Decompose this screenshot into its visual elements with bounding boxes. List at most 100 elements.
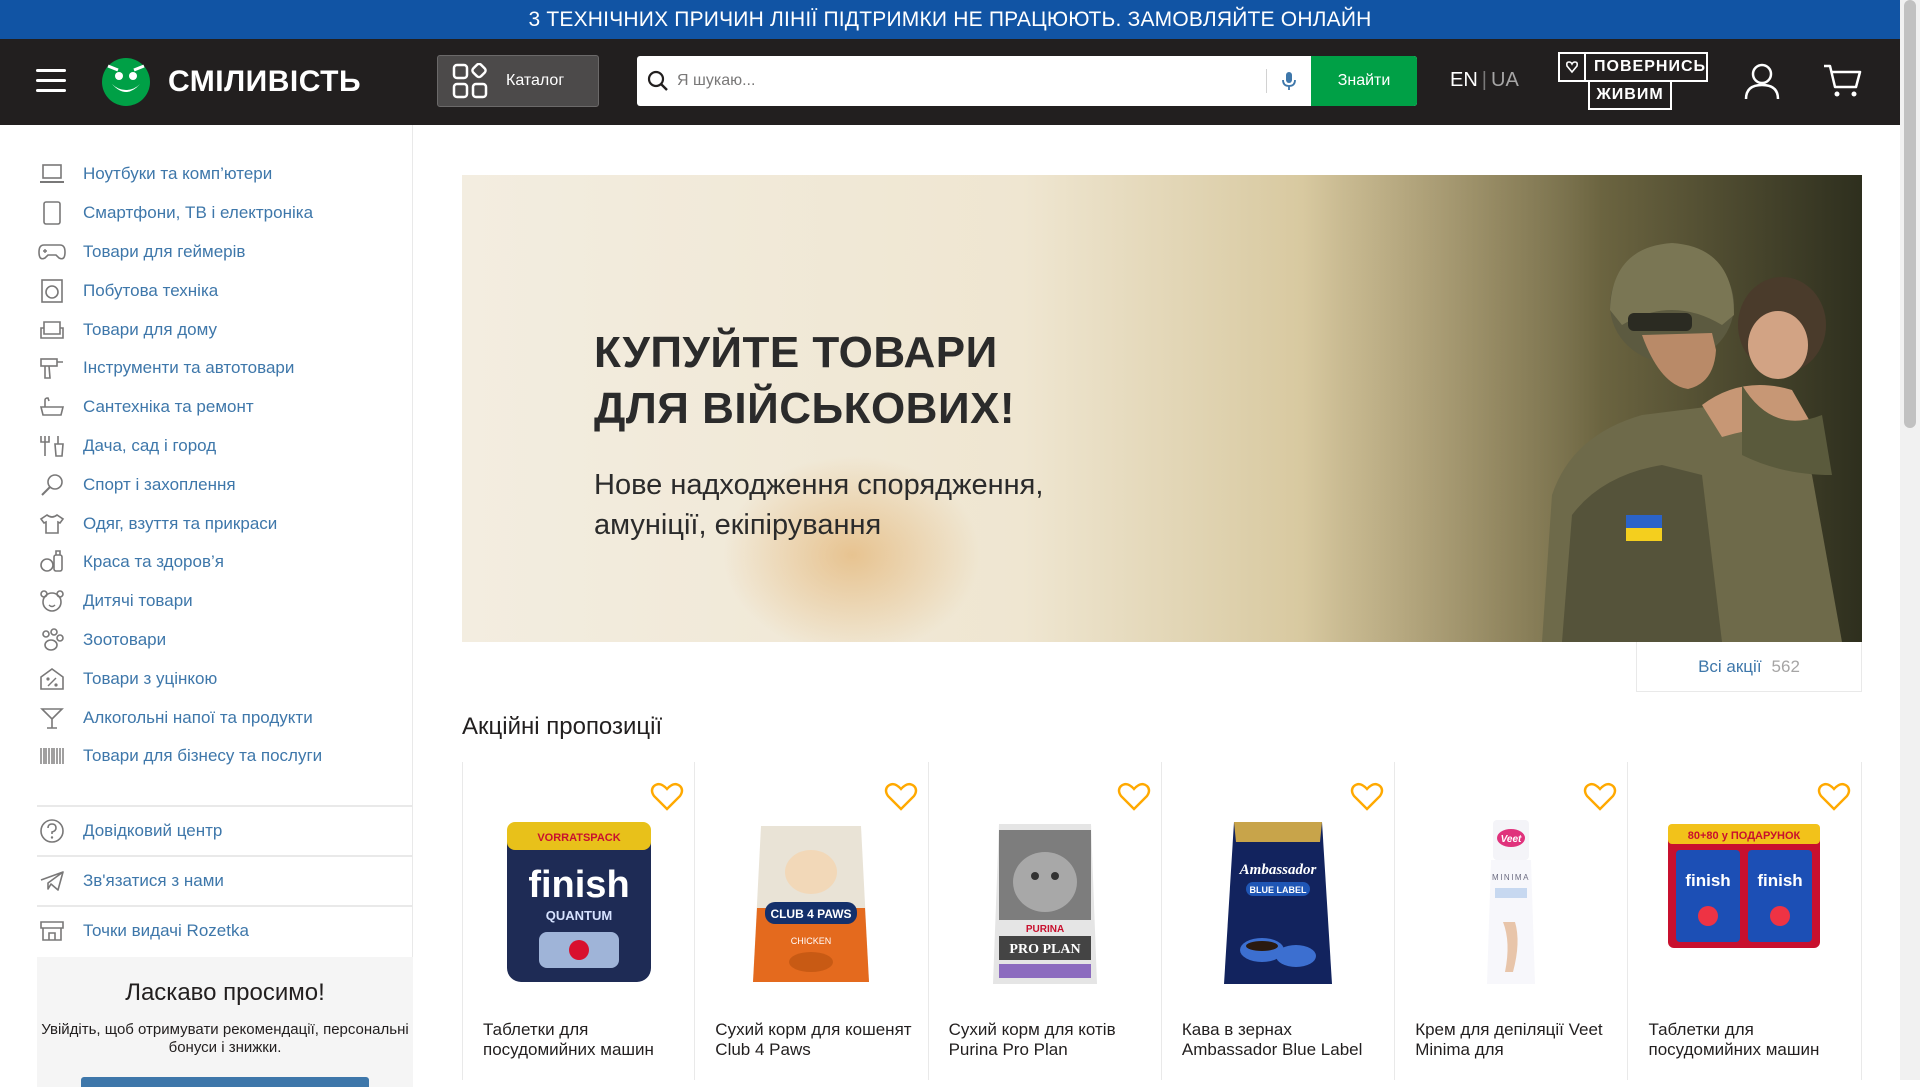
scrollbar-thumb[interactable] [1904,0,1916,428]
sidebar-item-pickup-points[interactable]: Точки видачі Rozetka [37,905,413,955]
product-grid: VORRATSPACK finish QUANTUM Таблетки для … [462,762,1862,1080]
povernys-zhyvym-badge[interactable]: ПОВЕРНИСЬ ЖИВИМ [1558,52,1708,112]
heart-icon[interactable] [1817,782,1851,812]
sidebar-item-label: Ноутбуки та комп’ютери [83,164,273,184]
sidebar-item-help-center[interactable]: Довідковий центр [37,805,413,855]
sidebar-item-label: Товари з уцінкою [83,668,218,688]
sidebar-item-plumbing[interactable]: Сантехніка та ремонт [37,388,322,427]
veet-minima-tube-image: Veet MINIMA [1487,820,1536,984]
search-submit-button[interactable]: Знайти [1311,56,1417,106]
sidebar-item-contact[interactable]: Зв'язатися з нами [37,855,413,905]
banner-headline: КУПУЙТЕ ТОВАРИ ДЛЯ ВІЙСЬКОВИХ! [594,325,1015,437]
welcome-title: Ласкаво просимо! [125,979,325,1006]
sidebar-item-smartphones[interactable]: Смартфони, ТВ і електроніка [37,194,322,233]
teddy-bear-icon [37,588,67,614]
sidebar-item-label: Спорт і захоплення [83,474,236,494]
shield-heart-icon [1560,54,1587,80]
sidebar-item-laptops[interactable]: Ноутбуки та комп’ютери [37,155,322,194]
heart-icon[interactable] [1583,782,1617,812]
product-card[interactable]: VORRATSPACK finish QUANTUM Таблетки для … [462,762,696,1080]
product-title[interactable]: Крем для депіляції Veet Minima для [1415,1020,1615,1060]
soldier-hugging-child-image [1342,175,1862,642]
svg-text:80+80 у ПОДАРУНОК: 80+80 у ПОДАРУНОК [1688,830,1801,842]
product-title[interactable]: Таблетки для посудомийних машин [1648,1020,1848,1060]
sidebar-item-home[interactable]: Товари для дому [37,310,322,349]
product-title[interactable]: Сухий корм для кошенят Club 4 Paws [715,1020,915,1060]
lang-en-link[interactable]: EN [1450,69,1478,91]
sidebar-item-sport[interactable]: Спорт і захоплення [37,465,322,504]
page-scrollbar[interactable] [1900,0,1920,1080]
menu-burger-icon[interactable] [36,69,66,93]
sidebar-item-beauty[interactable]: Краса та здоров’я [37,543,322,582]
sidebar-item-discount[interactable]: Товари з уцінкою [37,659,322,698]
svg-text:Ambassador: Ambassador [1239,862,1317,878]
heart-icon[interactable] [650,782,684,812]
product-title[interactable]: Сухий корм для котів Purina Pro Plan [949,1020,1149,1060]
language-switcher: EN | UA [1450,69,1519,92]
sidebar-item-pets[interactable]: Зоотовари [37,621,322,660]
sidebar-item-label: Дача, сад і город [83,435,217,455]
catalog-button[interactable]: Каталог [437,55,599,107]
sidebar-item-kids[interactable]: Дитячі товари [37,582,322,621]
login-button[interactable] [81,1077,369,1087]
sidebar-item-business[interactable]: Товари для бізнесу та послуги [37,737,322,776]
cocktail-icon [37,705,67,731]
promo-section-title: Акційні пропозиції [462,713,663,740]
beauty-icon [37,549,67,575]
banner-headline-line2: ДЛЯ ВІЙСЬКОВИХ! [594,384,1016,433]
promo-banner[interactable]: КУПУЙТЕ ТОВАРИ ДЛЯ ВІЙСЬКОВИХ! Нове надх… [462,175,1862,642]
badge-row-top: ПОВЕРНИСЬ [1558,52,1708,82]
banner-sub-line2: амуніції, екіпірування [594,509,882,541]
microphone-icon[interactable] [1267,71,1311,91]
product-card[interactable]: Veet MINIMA Крем для депіляції Veet Mini… [1395,762,1629,1080]
catalog-label: Каталог [506,72,565,89]
sidebar-item-clothes[interactable]: Одяг, взуття та прикраси [37,504,322,543]
sidebar-item-label: Алкогольні напої та продукти [83,707,313,727]
sidebar-item-appliances[interactable]: Побутова техніка [37,271,322,310]
product-card[interactable]: Ambassador BLUE LABEL Кава в зернах Amba… [1162,762,1396,1080]
svg-text:VORRATSPACK: VORRATSPACK [537,832,620,844]
cart-icon[interactable] [1822,63,1862,99]
category-list: Ноутбуки та комп’ютери Смартфони, ТВ і е… [37,155,322,776]
sidebar-item-tools[interactable]: Інструменти та автотовари [37,349,322,388]
club-4-paws-pack-image: CLUB 4 PAWS CHICKEN [753,826,870,982]
banner-sub-line1: Нове надходження спорядження, [594,469,1044,501]
washing-machine-icon [37,278,67,304]
svg-text:CHICKEN: CHICKEN [791,936,832,946]
site-header: СМІЛИВІСТЬ Каталог Знайти EN|UA [0,39,1900,125]
product-card[interactable]: 80+80 у ПОДАРУНОК finish finish Таблетки… [1628,762,1862,1080]
smartphone-icon [37,200,67,226]
svg-text:finish: finish [528,864,629,906]
sidebar-item-alcohol[interactable]: Алкогольні напої та продукти [37,698,322,737]
search-input[interactable] [669,56,1266,106]
all-promos-tab[interactable]: Всі акції 562 [1636,642,1862,692]
sidebar-item-label: Одяг, взуття та прикраси [83,513,278,533]
help-links: Довідковий центр Зв'язатися з нами Точки… [37,805,413,955]
all-promos-link[interactable]: Всі акції [1698,657,1761,677]
svg-text:finish: finish [1758,871,1803,890]
product-title[interactable]: Таблетки для посудомийних машин [483,1020,683,1060]
welcome-text: Увійдіть, щоб отримувати рекомендації, п… [41,1021,409,1056]
heart-icon[interactable] [884,782,918,812]
banner-headline-line1: КУПУЙТЕ ТОВАРИ [594,328,998,377]
svg-text:MINIMA: MINIMA [1492,873,1530,882]
logo-text: СМІЛИВІСТЬ [168,65,362,98]
help-item-label: Зв'язатися з нами [83,871,224,890]
logo-mascot-icon [102,58,150,106]
paw-icon [37,627,67,653]
product-card[interactable]: CLUB 4 PAWS CHICKEN Сухий корм для кошен… [695,762,929,1080]
discount-icon [37,666,67,692]
product-title[interactable]: Кава в зернах Ambassador Blue Label [1182,1020,1382,1060]
lang-ua-link[interactable]: UA [1491,69,1519,91]
heart-icon[interactable] [1350,782,1384,812]
user-profile-icon[interactable] [1742,61,1782,101]
question-icon [37,818,67,844]
sidebar-item-garden[interactable]: Дача, сад і город [37,427,322,466]
site-logo[interactable]: СМІЛИВІСТЬ [100,55,361,109]
purina-pro-plan-pack-image: PURINA PRO PLAN [992,824,1097,984]
sidebar-item-gamers[interactable]: Товари для геймерів [37,233,322,272]
heart-icon[interactable] [1117,782,1151,812]
product-card[interactable]: PURINA PRO PLAN Сухий корм для котів Pur… [929,762,1162,1080]
lang-separator: | [1481,69,1487,91]
search-icon [647,70,668,91]
